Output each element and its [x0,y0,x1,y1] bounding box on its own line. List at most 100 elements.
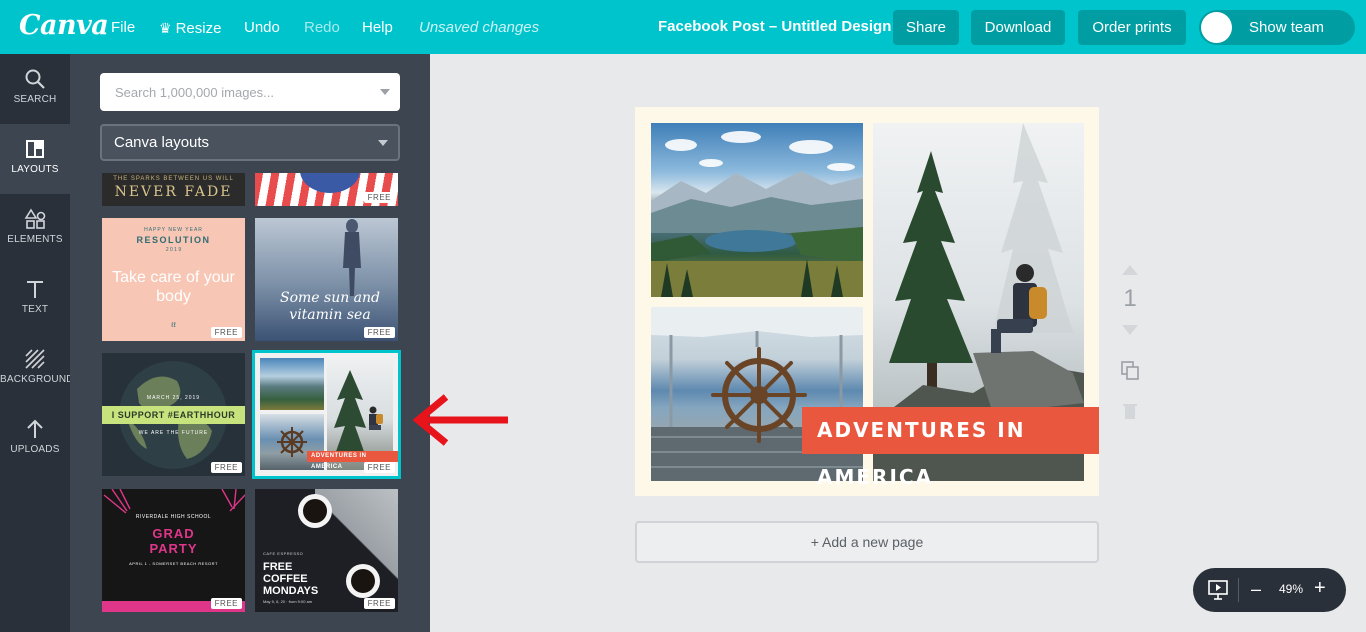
zoom-controls: – 49% + [1193,568,1346,612]
layout-tile-free-coffee[interactable]: CAFE ESPRESSO FREE COFFEE MONDAYS May 5,… [255,489,398,612]
layout-tile-never-fade[interactable]: THE SPARKS BETWEEN US WILL NEVER FADE [102,173,245,206]
tile-text: COFFEE [263,573,308,585]
resize-menu[interactable]: ♛ Resize [159,0,221,54]
free-badge: FREE [363,598,395,609]
move-page-up-icon[interactable] [1120,264,1140,276]
layout-tile-resolution[interactable]: HAPPY NEW YEAR RESOLUTION 2 0 1 9 Take c… [102,218,245,341]
free-badge: FREE [210,598,242,609]
rail-label: UPLOADS [10,444,60,455]
layouts-panel: Canva layouts THE SPARKS BETWEEN US WILL… [70,54,430,632]
upload-arrow-icon [27,419,43,438]
search-input[interactable] [100,73,360,111]
select-value: Canva layouts [114,134,210,151]
move-page-down-icon[interactable] [1120,324,1140,336]
chevron-down-icon[interactable] [380,89,390,95]
help-menu[interactable]: Help [362,0,393,54]
tile-text: GRAD [152,526,195,541]
hatch-icon [25,349,45,369]
text-t-icon [27,281,43,298]
tile-text: RIVERDALE HIGH SCHOOL [135,514,212,520]
tile-text: MARCH 25, 2019 [146,395,201,401]
rail-layouts[interactable]: LAYOUTS [0,124,70,194]
shapes-icon [24,208,46,229]
chevron-down-icon [378,140,388,146]
order-prints-button[interactable]: Order prints [1078,10,1186,45]
coffee-cup-icon [298,494,332,528]
rail-search[interactable]: SEARCH [0,54,70,124]
ships-wheel-icon [277,427,307,457]
tile-text: APRIL 1 - SOMERSET BEACH RESORT [129,561,218,566]
free-badge: FREE [210,327,242,338]
tile-text: 2 0 1 9 [165,247,182,253]
canva-logo[interactable]: Canva [19,10,109,41]
rail-elements[interactable]: ELEMENTS [0,194,70,264]
tile-text: Some sun and vitamin sea [279,290,381,323]
layout-tile-earth-hour[interactable]: MARCH 25, 2019 I SUPPORT #EARTHHOUR WE A… [102,353,245,476]
tile-text: May 5, 6, 20 · from 9:00 am [263,599,313,604]
zoom-in-button[interactable]: + [1314,576,1326,600]
rail-text[interactable]: TEXT [0,264,70,334]
mountain-lake-graphic [651,131,863,297]
file-menu[interactable]: File [111,0,135,54]
person-silhouette [343,219,361,296]
tile-photo [260,358,324,410]
share-button[interactable]: Share [893,10,959,45]
tile-text: I SUPPORT #EARTHHOUR [102,406,245,424]
undo-button[interactable]: Undo [244,0,280,54]
toggle-knob [1201,12,1232,43]
redo-button[interactable]: Redo [304,0,340,54]
zoom-level[interactable]: 49% [1279,582,1303,596]
tile-text: WE ARE THE FUTURE [138,430,209,436]
tile-text: Take care of your body [112,269,235,305]
layout-tile-stripes[interactable]: FREE [255,173,398,206]
zoom-separator [1238,578,1239,602]
layout-tile-grad-party[interactable]: RIVERDALE HIGH SCHOOL GRAD PARTY APRIL 1… [102,489,245,612]
layout-tile-sun-and-sea[interactable]: Some sun and vitamin sea FREE [255,218,398,341]
tile-text: THE SPARKS BETWEEN US WILL [113,176,234,182]
layout-category-select[interactable]: Canva layouts [100,124,400,161]
free-badge: FREE [363,327,395,338]
tile-text: FREE [263,561,293,573]
tile-text: NEVER FADE [114,184,233,200]
rail-label: BACKGROUND [0,374,74,385]
delete-page-icon[interactable] [1122,402,1138,420]
layout-icon [26,140,44,158]
rail-label: LAYOUTS [11,164,59,175]
rail-label: SEARCH [13,94,57,105]
download-button[interactable]: Download [971,10,1065,45]
left-rail: SEARCH LAYOUTS ELEMENTS TEXT BACKGROUND … [0,54,74,632]
zoom-out-button[interactable]: – [1251,577,1261,601]
rail-label: ELEMENTS [7,234,63,245]
tile-text: MONDAYS [263,585,319,597]
top-bar: Canva File ♛ Resize Undo Redo Help Unsave… [0,0,1366,54]
image-search[interactable] [100,73,400,111]
rail-uploads[interactable]: UPLOADS [0,404,70,474]
free-badge: FREE [363,462,395,473]
tile-text: ADVENTURES IN AMERICA [307,451,398,470]
crown-icon: ♛ [159,20,172,36]
present-icon[interactable] [1207,579,1229,601]
tile-text: PARTY [149,541,198,556]
layout-tile-adventures-selected[interactable]: ADVENTURES IN AMERICA FREE [252,350,401,479]
free-badge: FREE [210,462,242,473]
rail-label: TEXT [21,304,49,315]
magnifier-icon [25,69,45,89]
tile-text: HAPPY NEW YEAR [144,227,203,233]
duplicate-page-icon[interactable] [1120,360,1140,382]
show-team-toggle[interactable]: Show team [1199,10,1355,45]
design-title[interactable]: Facebook Post – Untitled Design [658,0,891,54]
design-page[interactable]: ADVENTURES IN AMERICA [635,107,1099,496]
save-status: Unsaved changes [419,19,540,36]
tile-text: CAFE ESPRESSO [263,551,304,556]
coffee-cup-icon [346,564,380,598]
rail-background[interactable]: BACKGROUND [0,334,74,404]
tile-graphic [300,173,360,193]
red-arrow-annotation [412,394,508,446]
design-title-banner[interactable]: ADVENTURES IN AMERICA [802,407,1099,489]
free-badge: FREE [363,192,395,203]
hiker-graphic [369,406,383,430]
show-team-label: Show team [1249,19,1325,36]
add-page-button[interactable]: + Add a new page [635,521,1099,563]
tile-text: RESOLUTION [136,235,211,245]
photo-mountain-lake[interactable] [651,123,863,297]
